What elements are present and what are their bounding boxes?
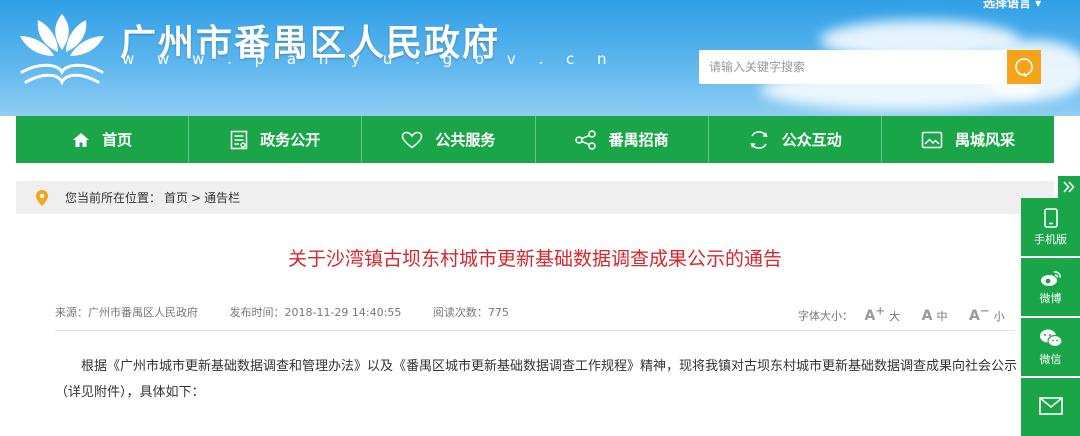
font-size-controls: 字体大小： A+ 大 A中 A− 小 [798,303,1005,324]
divider [55,330,1015,331]
font-size-label: 字体大小： [798,309,853,323]
sidebar-item-wechat[interactable]: 微信 [1021,318,1080,376]
breadcrumb: 您当前所在位置： 首页 > 通告栏 [16,181,1054,214]
breadcrumb-current-link[interactable]: 通告栏 [204,189,240,206]
nav-item-home[interactable]: 首页 [16,116,190,163]
article-source: 来源：广州市番禺区人民政府 [55,306,198,319]
sidebar-item-mail[interactable] [1021,378,1080,436]
nav-item-label: 公共服务 [435,131,496,149]
share-icon [574,129,596,150]
language-selector[interactable]: 选择语言 ▾ [983,0,1041,11]
double-chevron-right-icon [1063,181,1075,193]
nav-item-label: 首页 [102,131,133,149]
floating-sidebar: 手机版 微博 微信 [1021,198,1080,436]
article-read-count: 阅读次数：775 [432,306,509,319]
breadcrumb-separator: > [191,190,202,205]
nav-item-label: 政务公开 [260,131,321,149]
font-size-large-button[interactable]: A+ 大 [865,303,901,324]
nav-item-interaction[interactable]: 公众互动 [709,116,882,163]
font-size-small-label: 小 [993,309,1005,323]
font-size-medium-label: 中 [936,309,948,323]
sidebar-item-label: 手机版 [1034,232,1067,246]
site-url: w w w . p a n y u . g o v . c n [122,50,616,68]
article-body: 根据《广州市城市更新基础数据调查和管理办法》以及《番禺区城市更新基础数据调查工作… [55,359,1018,400]
mobile-icon [1043,207,1058,228]
article-meta: 来源：广州市番禺区人民政府 发布时间：2018-11-29 14:40:55 阅… [55,304,537,320]
breadcrumb-home-link[interactable]: 首页 [164,189,188,206]
nav-item-label: 禺城风采 [954,131,1015,149]
document-icon [231,130,248,149]
search-box [699,50,1041,84]
nav-item-city-style[interactable]: 禺城风采 [882,116,1054,163]
font-size-small-button[interactable]: A− 小 [969,303,1005,324]
wechat-icon [1039,329,1063,347]
sidebar-item-weibo[interactable]: 微博 [1021,258,1080,316]
nav-item-label: 番禺招商 [608,131,669,149]
heart-icon [402,131,423,148]
nav-item-public-service[interactable]: 公共服务 [362,116,536,163]
sidebar-item-mobile[interactable]: 手机版 [1021,198,1080,256]
sidebar-item-label: 微信 [1039,352,1062,366]
search-icon [1015,58,1033,77]
location-pin-icon [36,189,48,206]
image-icon [921,131,943,148]
search-input[interactable] [699,50,1019,84]
home-icon [73,132,90,147]
nav-item-investment[interactable]: 番禺招商 [536,116,709,163]
nav-item-label: 公众互动 [781,131,842,149]
font-size-large-label: 大 [889,309,901,323]
sidebar-item-label: 微博 [1039,291,1062,305]
weibo-icon [1040,270,1061,286]
article-title: 关于沙湾镇古坝东村城市更新基础数据调查成果公示的通告 [287,248,782,270]
government-logo-icon[interactable] [14,10,110,90]
mail-icon [1038,396,1063,415]
sidebar-toggle-button[interactable] [1058,176,1080,198]
breadcrumb-prefix: 您当前所在位置： [65,191,162,205]
nav-item-government-affairs[interactable]: 政务公开 [189,116,363,163]
search-button[interactable] [1007,50,1041,84]
font-size-medium-button[interactable]: A中 [922,308,948,324]
main-nav: 首页 政务公开 公共服务 番禺招商 公众互动 禺城风采 [16,116,1054,163]
site-header: 广州市番禺区人民政府 w w w . p a n y u . g o v . c… [0,0,1080,116]
article-publish-time: 发布时间：2018-11-29 14:40:55 [229,306,402,319]
refresh-icon [750,130,768,149]
